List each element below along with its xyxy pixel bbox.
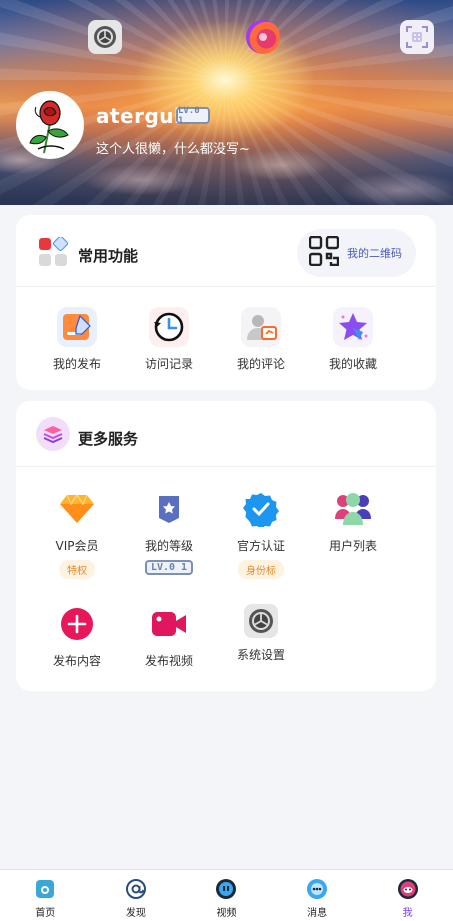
skin-icon[interactable] xyxy=(246,20,280,54)
me-icon xyxy=(397,878,419,900)
nav-discover-label: 发现 xyxy=(125,908,146,919)
level-badge: LV.0 1 xyxy=(176,106,210,126)
my-level-label: 我的等级 xyxy=(144,539,193,553)
qrcode-icon xyxy=(308,235,340,270)
nav-messages[interactable]: 消息 xyxy=(272,870,363,921)
more-services-header: 更多服务 xyxy=(16,401,436,467)
visit-history-label: 访问记录 xyxy=(144,357,193,371)
official-verify-item[interactable]: 官方认证 身份标 xyxy=(216,489,306,579)
visit-history-item[interactable]: 访问记录 xyxy=(124,307,214,372)
my-publish-item[interactable]: 我的发布 xyxy=(32,307,122,372)
vip-diamond-icon xyxy=(57,489,97,529)
settings-icon[interactable] xyxy=(88,20,122,54)
nav-video-label: 视频 xyxy=(216,908,237,919)
user-list-item[interactable]: 用户列表 xyxy=(308,489,398,554)
publish-video-item[interactable]: 发布视频 xyxy=(124,604,214,669)
nav-home[interactable]: 首页 xyxy=(0,870,91,921)
scan-icon[interactable] xyxy=(400,20,434,54)
identity-tag: 身份标 xyxy=(238,560,284,579)
nav-messages-label: 消息 xyxy=(307,908,328,919)
common-functions-title: 常用功能 xyxy=(78,247,139,265)
my-favorites-label: 我的收藏 xyxy=(328,357,377,371)
users-icon xyxy=(333,489,373,529)
common-functions-card: 常用功能 我的二维码 我的发布 访问记录 我的评论 我的收藏 xyxy=(16,215,436,390)
level-tag: LV.0 1 xyxy=(144,560,194,575)
at-icon xyxy=(125,878,147,900)
star-icon xyxy=(333,307,373,347)
plus-icon xyxy=(57,604,97,644)
more-services-card: 更多服务 VIP会员 特权 我的等级 LV.0 1 官方认证 身份标 用户列表 … xyxy=(16,401,436,691)
message-icon xyxy=(306,878,328,900)
layers-icon xyxy=(36,417,70,451)
bottom-nav: 首页 发现 视频 消息 我 xyxy=(0,869,453,921)
nav-me-label: 我 xyxy=(402,908,413,919)
system-settings-item[interactable]: 系统设置 xyxy=(216,604,306,663)
my-level-item[interactable]: 我的等级 LV.0 1 xyxy=(124,489,214,575)
video-face-icon xyxy=(215,878,237,900)
publish-content-label: 发布内容 xyxy=(52,654,101,668)
official-verify-label: 官方认证 xyxy=(236,539,285,553)
history-icon xyxy=(149,307,189,347)
nav-video[interactable]: 视频 xyxy=(181,870,272,921)
user-list-label: 用户列表 xyxy=(328,539,377,553)
user-bio: 这个人很懒，什么都没写~ xyxy=(96,142,250,157)
my-comments-item[interactable]: 我的评论 xyxy=(216,307,306,372)
vip-member-item[interactable]: VIP会员 特权 xyxy=(32,489,122,579)
home-icon xyxy=(34,878,56,900)
apps-icon xyxy=(38,235,69,267)
system-settings-label: 系统设置 xyxy=(236,648,285,662)
avatar[interactable] xyxy=(16,91,84,159)
nav-home-label: 首页 xyxy=(35,908,56,919)
username: atergul xyxy=(96,104,182,128)
common-functions-header: 常用功能 我的二维码 xyxy=(16,215,436,287)
publish-icon xyxy=(57,307,97,347)
nav-me[interactable]: 我 xyxy=(362,870,453,921)
my-publish-label: 我的发布 xyxy=(52,357,101,371)
publish-content-item[interactable]: 发布内容 xyxy=(32,604,122,669)
more-services-title: 更多服务 xyxy=(78,430,139,448)
my-favorites-item[interactable]: 我的收藏 xyxy=(308,307,398,372)
publish-video-label: 发布视频 xyxy=(144,654,193,668)
level-icon xyxy=(149,489,189,529)
privilege-tag: 特权 xyxy=(59,560,95,579)
nav-discover[interactable]: 发现 xyxy=(91,870,182,921)
vip-member-label: VIP会员 xyxy=(55,539,99,553)
verified-icon xyxy=(241,489,281,529)
video-icon xyxy=(149,604,189,644)
comment-icon xyxy=(241,307,281,347)
my-comments-label: 我的评论 xyxy=(236,357,285,371)
my-qrcode-label: 我的二维码 xyxy=(347,247,402,260)
settings-icon xyxy=(244,604,278,638)
my-qrcode-button[interactable]: 我的二维码 xyxy=(297,229,416,277)
